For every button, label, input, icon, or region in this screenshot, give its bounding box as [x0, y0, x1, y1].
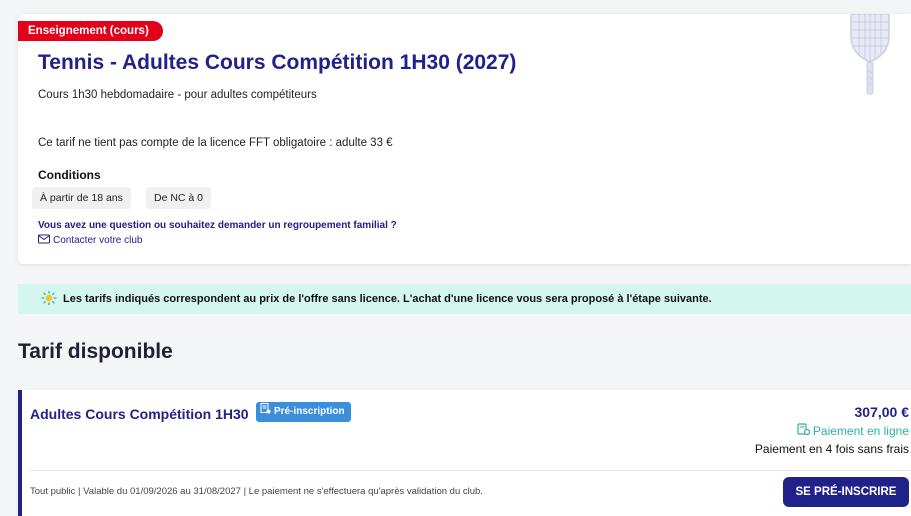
preinscription-badge-label: Pré-inscription: [274, 406, 345, 417]
banner-text: Les tarifs indiqués correspondent au pri…: [63, 293, 712, 305]
info-banner: Les tarifs indiqués correspondent au pri…: [18, 284, 911, 314]
envelope-icon: [38, 234, 50, 247]
lightbulb-icon: [41, 290, 57, 308]
tariff-price: 307,00 €: [854, 404, 910, 420]
offer-title: Tennis - Adultes Cours Compétition 1H30 …: [38, 51, 517, 74]
tariff-footer: Tout public | Valable du 01/09/2026 au 3…: [30, 486, 483, 497]
document-icon: [260, 402, 271, 422]
online-payment-label: Paiement en ligne: [797, 423, 909, 438]
offer-subtitle: Cours 1h30 hebdomadaire - pour adultes c…: [38, 89, 317, 101]
offer-card: Enseignement (cours) Tennis - Adultes Co…: [18, 13, 911, 264]
preinscription-badge: Pré-inscription: [256, 402, 351, 422]
contact-club-label: Contacter votre club: [53, 235, 143, 246]
question-text: Vous avez une question ou souhaitez dema…: [38, 220, 397, 231]
conditions-heading: Conditions: [38, 168, 101, 182]
contact-club-link[interactable]: Contacter votre club: [38, 234, 143, 247]
tariff-name: Adultes Cours Compétition 1H30: [30, 406, 249, 422]
online-payment-text: Paiement en ligne: [812, 423, 909, 438]
register-button[interactable]: SE PRÉ-INSCRIRE: [783, 477, 909, 507]
condition-tag-age: À partir de 18 ans: [32, 187, 131, 209]
category-badge: Enseignement (cours): [18, 21, 163, 41]
tariff-card: Adultes Cours Compétition 1H30 Pré-inscr…: [18, 390, 911, 516]
divider: [30, 470, 911, 471]
condition-tag-ranking: De NC à 0: [146, 187, 212, 209]
tennis-racket-icon: [845, 13, 895, 96]
payment-icon: [797, 423, 811, 438]
section-heading: Tarif disponible: [18, 340, 173, 363]
licence-note: Ce tarif ne tient pas compte de la licen…: [38, 137, 393, 149]
installments-text: Paiement en 4 fois sans frais: [754, 442, 909, 456]
